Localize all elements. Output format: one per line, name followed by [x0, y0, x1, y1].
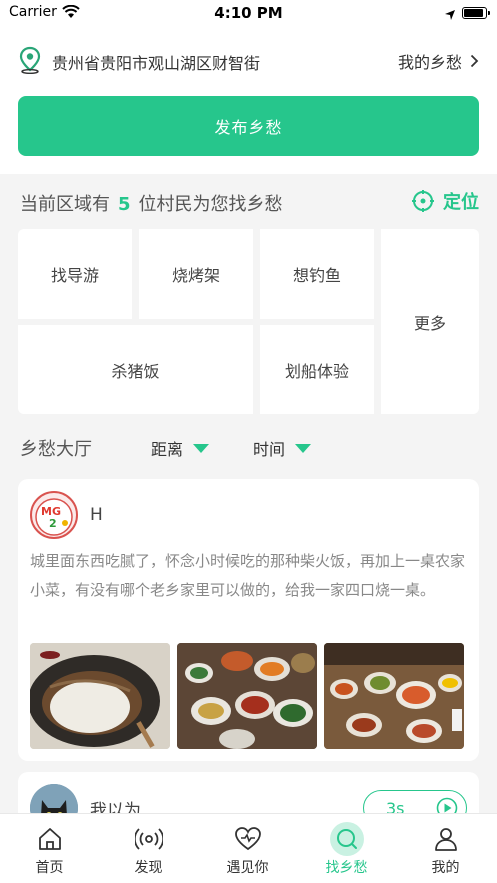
- svg-text:2: 2: [49, 517, 57, 530]
- category-bbq[interactable]: 烧烤架: [139, 229, 253, 319]
- crosshair-icon: [412, 190, 434, 212]
- avatar[interactable]: MG 2: [30, 491, 78, 539]
- villager-count: 5: [118, 194, 131, 215]
- tab-home[interactable]: 首页: [0, 814, 99, 883]
- category-more[interactable]: 更多: [381, 229, 479, 414]
- search-icon: [329, 822, 364, 856]
- category-pig-feast[interactable]: 杀猪饭: [18, 325, 253, 414]
- current-address: 贵州省贵阳市观山湖区财智街: [52, 54, 261, 73]
- time-filter-label: 时间: [253, 440, 286, 459]
- tab-label: 发现: [134, 860, 163, 876]
- radio-icon: [132, 822, 166, 856]
- chevron-right-icon: [470, 54, 479, 68]
- hall-title: 乡愁大厅: [20, 439, 92, 460]
- tab-find-nostalgia[interactable]: 找乡愁: [297, 814, 396, 883]
- distance-filter[interactable]: 距离: [151, 436, 210, 460]
- publish-button[interactable]: 发布乡愁: [18, 96, 479, 156]
- category-boating[interactable]: 划船体验: [260, 325, 374, 414]
- location-arrow-icon: [444, 6, 456, 25]
- post-photo-feast[interactable]: [324, 643, 464, 749]
- clock-label: 4:10 PM: [214, 4, 283, 22]
- category-guide[interactable]: 找导游: [18, 229, 132, 319]
- area-summary: 当前区域有 5 位村民为您找乡愁 定位: [20, 188, 479, 216]
- tab-mine[interactable]: 我的: [396, 814, 495, 883]
- post-card[interactable]: MG 2 H 城里面东西吃腻了，怀念小时候吃的那种柴火饭，再加上一桌农家小菜，有…: [18, 479, 479, 761]
- hall-header: 乡愁大厅 距离 时间: [20, 433, 479, 461]
- distance-filter-label: 距离: [151, 440, 184, 459]
- tab-label: 首页: [35, 860, 64, 876]
- locate-label: 定位: [443, 192, 479, 213]
- dropdown-triangle-icon: [295, 443, 312, 453]
- tab-meet[interactable]: 遇见你: [198, 814, 297, 883]
- heart-icon: [231, 822, 265, 856]
- map-pin-icon: [18, 46, 42, 78]
- area-suffix: 位村民为您找乡愁: [138, 194, 283, 215]
- locate-button[interactable]: 定位: [411, 188, 479, 214]
- dropdown-triangle-icon: [193, 443, 210, 453]
- post-photo-dishes[interactable]: [177, 643, 317, 749]
- post-username: H: [90, 505, 103, 525]
- home-icon: [33, 822, 67, 856]
- time-filter[interactable]: 时间: [253, 436, 312, 460]
- tab-label: 我的: [431, 860, 460, 876]
- area-summary-text: 当前区域有 5 位村民为您找乡愁: [20, 190, 283, 216]
- category-fishing[interactable]: 想钓鱼: [260, 229, 374, 319]
- area-prefix: 当前区域有: [20, 194, 110, 215]
- tab-label: 遇见你: [226, 860, 269, 876]
- status-bar: Carrier 4:10 PM: [0, 0, 497, 26]
- tab-discover[interactable]: 发现: [99, 814, 198, 883]
- tab-label: 找乡愁: [325, 860, 368, 876]
- category-grid: 找导游 烧烤架 想钓鱼 更多 杀猪饭 划船体验: [18, 229, 479, 414]
- post-photo-rice-pot[interactable]: [30, 643, 170, 749]
- post-content: 城里面东西吃腻了，怀念小时候吃的那种柴火饭，再加上一桌农家小菜，有没有哪个老乡家…: [30, 552, 466, 599]
- location-row[interactable]: 贵州省贵阳市观山湖区财智街 我的乡愁: [0, 44, 497, 76]
- my-nostalgia-label: 我的乡愁: [397, 53, 462, 72]
- bottom-tab-bar: 首页 发现 遇见你 找乡愁 我的: [0, 813, 497, 883]
- header-section: 贵州省贵阳市观山湖区财智街 我的乡愁 发布乡愁: [0, 26, 497, 174]
- my-nostalgia-link[interactable]: 我的乡愁: [398, 49, 479, 73]
- user-icon: [429, 822, 463, 856]
- battery-icon: [462, 7, 490, 19]
